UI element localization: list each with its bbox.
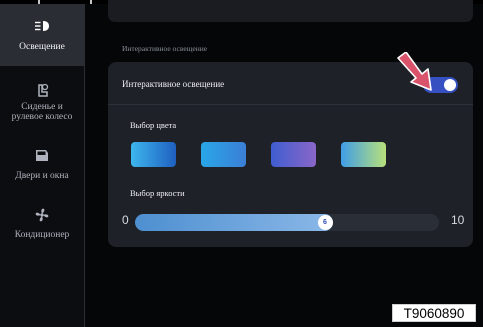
- brightness-slider[interactable]: 6: [135, 214, 439, 231]
- color-picker-title: Выбор цвета: [130, 120, 177, 130]
- seat-steering-icon: [33, 82, 51, 100]
- sidebar-item-label: Двери и окна: [15, 171, 69, 181]
- brightness-slider-handle[interactable]: 6: [317, 215, 333, 230]
- headlight-icon: [33, 17, 51, 35]
- brightness-min-label: 0: [122, 213, 129, 227]
- brightness-slider-fill: [135, 214, 333, 231]
- sidebar-item-label: Освещение: [19, 42, 65, 52]
- callout-arrow-icon: [397, 52, 432, 91]
- sidebar-item-climate[interactable]: Кондиционер: [0, 206, 84, 246]
- brightness-title: Выбор яркости: [130, 188, 185, 198]
- sidebar-item-lighting[interactable]: Освещение: [0, 4, 84, 66]
- brightness-max-label: 10: [451, 213, 465, 227]
- toggle-knob: [444, 79, 456, 91]
- section-title: Интерактивное освещение: [122, 44, 208, 53]
- sidebar-item-label: Кондиционер: [14, 230, 70, 240]
- sidebar-item-seat-steering[interactable]: Сиденье и рулевое колесо: [0, 82, 84, 132]
- door-window-icon: [33, 146, 51, 164]
- color-swatch[interactable]: [271, 142, 316, 167]
- sidebar-item-doors-windows[interactable]: Двери и окна: [0, 146, 84, 186]
- toggle-label: Интерактивное освещение: [122, 79, 225, 89]
- color-swatch[interactable]: [131, 142, 176, 167]
- color-swatch[interactable]: [201, 142, 246, 167]
- color-swatch[interactable]: [341, 142, 386, 167]
- image-code-label: T9060890: [392, 304, 476, 322]
- settings-sidebar: Освещение Сиденье и рулевое колесо Двери…: [0, 4, 84, 327]
- brightness-value: 6: [323, 219, 327, 226]
- previous-section-card: [108, 0, 473, 22]
- sidebar-item-label: Сиденье и рулевое колесо: [11, 102, 73, 122]
- fan-icon: [33, 206, 51, 224]
